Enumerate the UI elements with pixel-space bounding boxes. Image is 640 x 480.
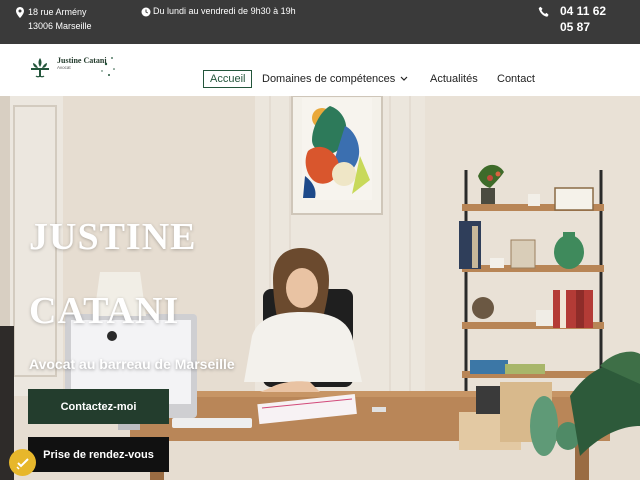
nav-item-contact[interactable]: Contact [497, 73, 535, 85]
site-logo[interactable]: Justine Catani Avocat [28, 54, 118, 82]
nav-item-home[interactable]: Accueil [203, 70, 253, 88]
site-header: Justine Catani Avocat Accueil Domaines d… [0, 44, 640, 96]
phone-number[interactable]: 04 11 62 05 87 [560, 3, 620, 35]
accessibility-badge-icon [15, 457, 29, 470]
accessibility-badge[interactable] [9, 449, 36, 476]
contact-button[interactable]: Contactez-moi [28, 389, 169, 424]
appointment-button[interactable]: Prise de rendez-vous [28, 437, 169, 472]
map-pin-icon [16, 7, 24, 18]
top-info-bar: 18 rue Armény 13006 Marseille Du lundi a… [0, 0, 640, 44]
hero-subtitle: Avocat au barreau de Marseille [29, 356, 235, 372]
logo-name: Justine Catani [57, 56, 107, 65]
clock-icon [141, 7, 151, 16]
chevron-down-icon [400, 76, 408, 81]
phone-icon [538, 6, 549, 17]
nav-item-news[interactable]: Actualités [430, 73, 478, 85]
address-line-2: 13006 Marseille [28, 21, 92, 31]
hero-title-line-1: JUSTINE [29, 216, 197, 258]
phone-line-2: 05 87 [560, 20, 591, 34]
address-line-1: 18 rue Armény [28, 7, 87, 17]
nav-item-domains-label: Domaines de compétences [262, 73, 396, 85]
hero-title-line-2: CATANI [29, 290, 180, 332]
hours-text: Du lundi au vendredi de 9h30 à 19h [153, 6, 296, 16]
phone-line-1: 04 11 62 [560, 4, 607, 18]
hero-section: JUSTINE CATANI Avocat au barreau de Mars… [0, 96, 640, 480]
opening-hours: Du lundi au vendredi de 9h30 à 19h [141, 5, 296, 18]
logo-subtitle: Avocat [57, 65, 71, 70]
address-block: 18 rue Armény 13006 Marseille [15, 5, 92, 33]
nav-item-domains[interactable]: Domaines de compétences [262, 73, 408, 85]
